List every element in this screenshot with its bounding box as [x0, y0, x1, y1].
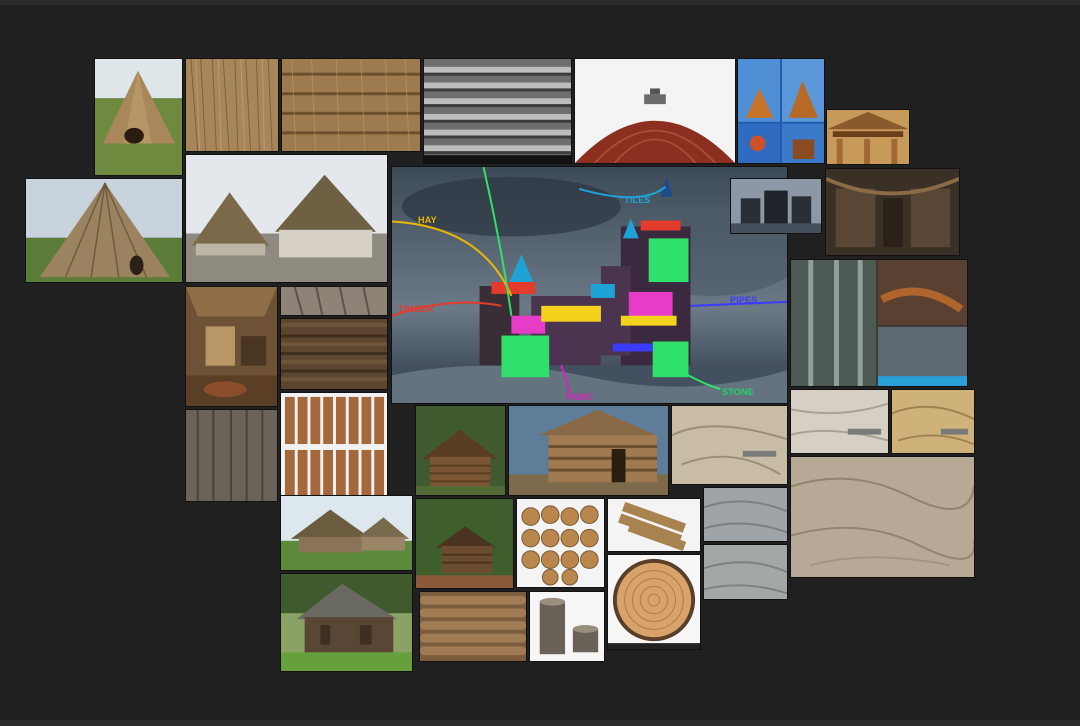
conical-hut-photo[interactable] — [25, 178, 183, 283]
stone-texture-c[interactable] — [891, 389, 975, 454]
three-logs-photo[interactable] — [607, 498, 701, 552]
bottom-edge-strip — [0, 720, 1080, 726]
thatch-texture[interactable] — [281, 58, 421, 152]
vertical-boards-texture[interactable] — [185, 409, 278, 502]
stone-texture-large[interactable] — [790, 456, 975, 578]
thatched-hut-photo[interactable] — [94, 58, 183, 176]
stone-texture-b[interactable] — [790, 389, 889, 454]
log-wall-texture[interactable] — [419, 591, 527, 662]
straw-texture[interactable] — [185, 58, 279, 152]
annotation-tiles: TILES — [624, 195, 651, 205]
fantasy-castle-concept[interactable]: HAY TILES TIMBER PIPES PAINT STONE — [391, 166, 788, 404]
log-cabin-interior-photo[interactable] — [185, 286, 278, 407]
annotation-stone: STONE — [722, 387, 754, 397]
old-barn-photo[interactable] — [280, 573, 413, 672]
tree-ring-cross-section[interactable] — [607, 554, 701, 650]
stone-texture-a[interactable] — [671, 405, 788, 485]
thatched-cottages-photo[interactable] — [280, 495, 413, 571]
shingle-texture[interactable] — [423, 58, 572, 164]
wooden-church-collage[interactable] — [737, 58, 825, 164]
log-cabin-building-photo[interactable] — [508, 405, 669, 496]
industrial-pipes-collage[interactable] — [790, 259, 968, 387]
annotation-pipes: PIPES — [730, 295, 758, 305]
industrial-interior-photo[interactable] — [825, 168, 960, 256]
annotation-hay: HAY — [418, 215, 437, 225]
red-dome-roof-photo[interactable] — [574, 58, 736, 164]
log-pile-photo[interactable] — [516, 498, 605, 588]
plank-set-texture[interactable] — [280, 392, 388, 502]
ornate-wooden-gable-photo[interactable] — [826, 109, 910, 165]
stone-texture-e[interactable] — [703, 544, 788, 600]
weathered-planks-texture[interactable] — [280, 286, 388, 316]
log-cabin-forest-photo[interactable] — [415, 405, 506, 496]
stumps-photo[interactable] — [529, 591, 605, 662]
log-cabin-hill-photo[interactable] — [415, 498, 514, 589]
annotation-paint: PAINT — [566, 392, 594, 402]
dark-planks-texture[interactable] — [280, 318, 388, 390]
dark-castle-sketch[interactable] — [730, 178, 822, 234]
annotation-timber: TIMBER — [398, 304, 434, 314]
round-thatched-houses-photo[interactable] — [185, 154, 388, 283]
moodboard-canvas[interactable]: HAY TILES TIMBER PIPES PAINT STONE — [0, 0, 1080, 726]
stone-texture-d[interactable] — [703, 487, 788, 542]
